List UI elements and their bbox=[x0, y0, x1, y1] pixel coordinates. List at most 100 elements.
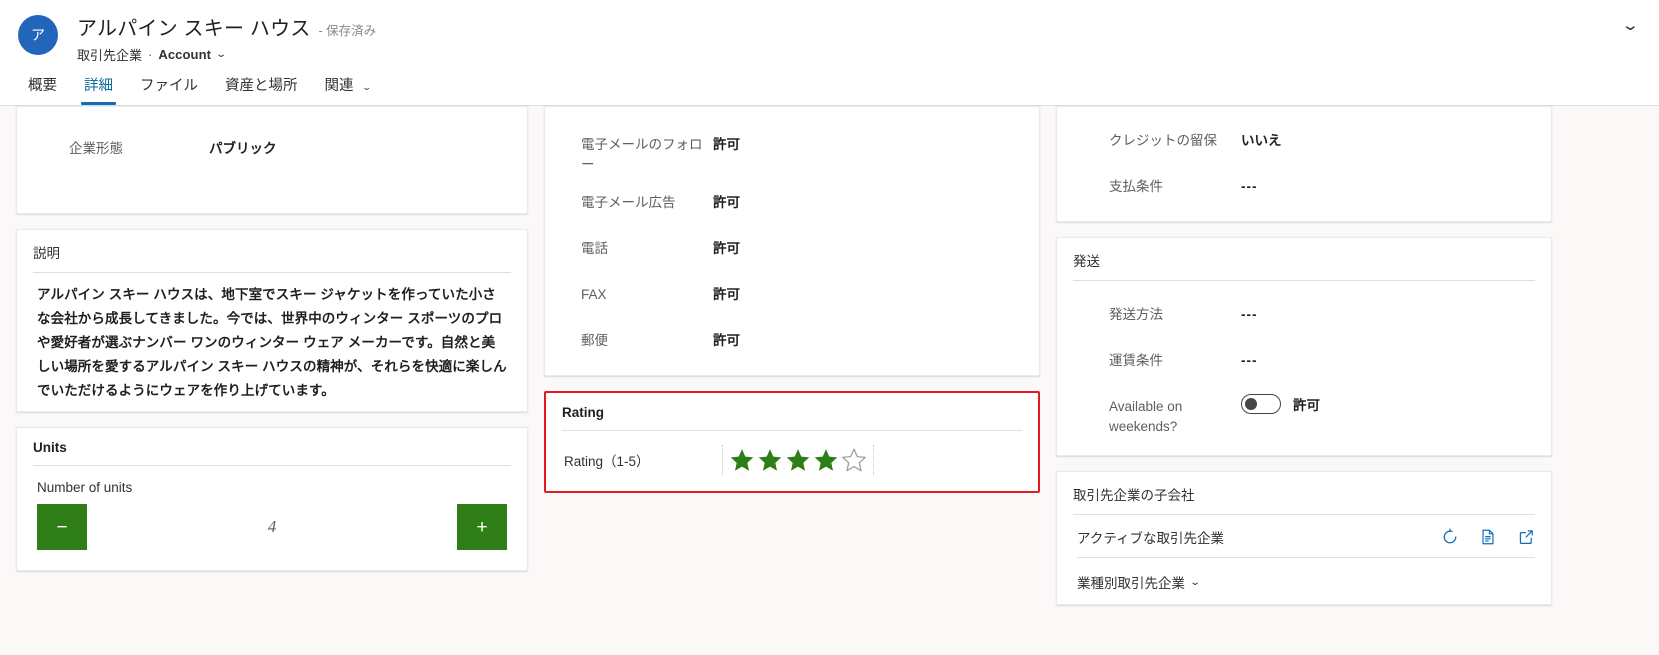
saved-status: - 保存済み bbox=[318, 24, 377, 38]
field-row-available-weekends: Available on weekends? 許可 bbox=[1073, 383, 1535, 441]
app-header: ア アルパイン スキー ハウス - 保存済み 取引先企業 · Account ⌄… bbox=[0, 0, 1659, 106]
field-row-payment-terms: 支払条件 --- bbox=[1073, 163, 1535, 209]
field-value[interactable]: パブリック bbox=[209, 130, 277, 159]
chevron-down-icon: ⌄ bbox=[1189, 576, 1201, 588]
breadcrumb-entity-type[interactable]: Account bbox=[158, 47, 211, 62]
tab-label: 詳細 bbox=[84, 78, 113, 94]
quantity-stepper: − 4 + bbox=[37, 504, 507, 551]
field-label: 運賃条件 bbox=[1109, 353, 1163, 368]
tabstrip: 概要 詳細 ファイル 資産と場所 関連 ⌄ bbox=[18, 67, 387, 105]
page-title: アルパイン スキー ハウス bbox=[77, 18, 311, 40]
general-card: 企業形態 パブリック bbox=[16, 106, 528, 214]
tab-label: 概要 bbox=[28, 78, 57, 94]
description-text[interactable]: アルパイン スキー ハウスは、地下室でスキー ジャケットを作っていた小さな会社か… bbox=[17, 273, 527, 411]
star-filled-icon[interactable] bbox=[813, 447, 839, 473]
star-empty-icon[interactable] bbox=[841, 447, 867, 473]
breadcrumb-entity-label: 取引先企業 bbox=[77, 48, 143, 63]
toggle-wrapper: 許可 bbox=[1241, 388, 1320, 414]
tab-label: 関連 bbox=[324, 78, 354, 94]
field-row-shipping-method: 発送方法 --- bbox=[1073, 291, 1535, 337]
units-card: Units Number of units − 4 + bbox=[16, 427, 528, 572]
shipping-card: 発送 発送方法 --- 運賃条件 --- Available on weeken… bbox=[1056, 237, 1552, 457]
subgrid-filter-label: 業種別取引先企業 bbox=[1077, 576, 1185, 592]
rating-stars[interactable] bbox=[722, 445, 874, 476]
tab-details[interactable]: 詳細 bbox=[74, 74, 123, 105]
report-icon[interactable] bbox=[1479, 528, 1497, 546]
subgrid-view-label[interactable]: アクティブな取引先企業 bbox=[1077, 527, 1224, 547]
field-label: Available on weekends? bbox=[1109, 399, 1183, 434]
field-label: 電子メール広告 bbox=[581, 195, 676, 211]
field-label: 支払条件 bbox=[1109, 179, 1163, 194]
field-value[interactable]: 許可 bbox=[713, 276, 740, 305]
subsidiaries-card: 取引先企業の子会社 アクティブな取引先企業 業種別取引先企業 ⌄ bbox=[1056, 471, 1552, 606]
description-card: 説明 アルパイン スキー ハウスは、地下室でスキー ジャケットを作っていた小さな… bbox=[16, 229, 528, 413]
field-row-company-form: 企業形態 パブリック bbox=[33, 125, 511, 171]
rating-label: Rating（1-5） bbox=[564, 454, 650, 470]
record-header-row: ア アルパイン スキー ハウス - 保存済み 取引先企業 · Account ⌄ bbox=[0, 0, 1659, 64]
breadcrumb-separator: · bbox=[148, 47, 153, 62]
card-title: 取引先企業の子会社 bbox=[1073, 488, 1195, 504]
field-value[interactable]: 許可 bbox=[713, 184, 740, 213]
right-column: クレジットの留保 いいえ 支払条件 --- 発送 発送方法 --- 運賃条件 -… bbox=[1056, 106, 1552, 620]
tab-label: ファイル bbox=[140, 78, 198, 94]
record-header-text: アルパイン スキー ハウス - 保存済み 取引先企業 · Account ⌄ bbox=[77, 12, 376, 64]
tab-assets-locations[interactable]: 資産と場所 bbox=[215, 74, 308, 105]
field-row-mail: 郵便 許可 bbox=[561, 317, 1023, 363]
card-title: 説明 bbox=[33, 246, 60, 261]
decrement-button[interactable]: − bbox=[37, 504, 87, 551]
field-label: 電子メールのフォロー bbox=[581, 137, 703, 172]
field-label: 発送方法 bbox=[1109, 307, 1163, 322]
chevron-down-icon: ⌄ bbox=[361, 82, 372, 92]
rating-field-row: Rating（1-5） bbox=[546, 431, 1038, 491]
field-row-email-follow: 電子メールのフォロー 許可 bbox=[561, 121, 1023, 179]
left-column: 企業形態 パブリック 説明 アルパイン スキー ハウスは、地下室でスキー ジャケ… bbox=[16, 106, 528, 586]
avatar: ア bbox=[18, 15, 58, 55]
toggle-state-label: 許可 bbox=[1293, 398, 1320, 413]
available-weekends-toggle[interactable] bbox=[1241, 394, 1281, 414]
refresh-icon[interactable] bbox=[1441, 528, 1459, 546]
field-label: FAX bbox=[581, 287, 607, 303]
field-row-phone: 電話 許可 bbox=[561, 225, 1023, 271]
collapse-chevron-icon[interactable]: ⌄ bbox=[1621, 16, 1640, 34]
breadcrumb: 取引先企業 · Account ⌄ bbox=[77, 45, 376, 64]
units-value: 4 bbox=[267, 517, 277, 537]
units-body: Number of units − 4 + bbox=[17, 466, 527, 570]
record-title-line: アルパイン スキー ハウス - 保存済み bbox=[77, 12, 376, 41]
tab-label: 資産と場所 bbox=[225, 78, 298, 94]
star-filled-icon[interactable] bbox=[757, 447, 783, 473]
field-row-email-bulk: 電子メール広告 許可 bbox=[561, 179, 1023, 225]
card-title: Units bbox=[33, 440, 67, 456]
middle-column: 電子メールのフォロー 許可 電子メール広告 許可 電話 許可 FAX 許可 郵便 bbox=[544, 106, 1040, 508]
field-value[interactable]: 許可 bbox=[713, 126, 740, 155]
form-board: 企業形態 パブリック 説明 アルパイン スキー ハウスは、地下室でスキー ジャケ… bbox=[0, 106, 1659, 655]
field-value[interactable]: --- bbox=[1241, 168, 1258, 197]
field-label: クレジットの留保 bbox=[1109, 133, 1217, 148]
field-label: 郵便 bbox=[581, 333, 608, 349]
rating-card: Rating Rating（1-5） bbox=[544, 391, 1040, 494]
increment-button[interactable]: + bbox=[457, 504, 507, 551]
star-filled-icon[interactable] bbox=[785, 447, 811, 473]
field-value[interactable]: --- bbox=[1241, 296, 1258, 325]
field-label: 企業形態 bbox=[69, 141, 123, 156]
card-title: Rating bbox=[562, 405, 604, 421]
field-row-fax: FAX 許可 bbox=[561, 271, 1023, 317]
field-value[interactable]: --- bbox=[1241, 342, 1258, 371]
field-row-credit-hold: クレジットの留保 いいえ bbox=[1073, 117, 1535, 163]
tab-related[interactable]: 関連 ⌄ bbox=[315, 74, 381, 105]
field-label: 電話 bbox=[581, 241, 608, 257]
subgrid-actions bbox=[1441, 528, 1535, 546]
field-value[interactable]: いいえ bbox=[1241, 122, 1282, 151]
field-value[interactable]: 許可 bbox=[713, 322, 740, 351]
popout-icon[interactable] bbox=[1517, 528, 1535, 546]
chevron-down-icon[interactable]: ⌄ bbox=[216, 49, 227, 60]
tab-files[interactable]: ファイル bbox=[130, 74, 208, 105]
subgrid-filter-selector[interactable]: 業種別取引先企業 ⌄ bbox=[1057, 558, 1551, 604]
tab-overview[interactable]: 概要 bbox=[18, 74, 67, 105]
subgrid-header: アクティブな取引先企業 bbox=[1057, 515, 1551, 557]
contact-preferences-card: 電子メールのフォロー 許可 電子メール広告 許可 電話 許可 FAX 許可 郵便 bbox=[544, 106, 1040, 377]
credit-card: クレジットの留保 いいえ 支払条件 --- bbox=[1056, 106, 1552, 222]
field-value[interactable]: 許可 bbox=[713, 230, 740, 259]
star-filled-icon[interactable] bbox=[729, 447, 755, 473]
field-row-freight-terms: 運賃条件 --- bbox=[1073, 337, 1535, 383]
number-of-units-label: Number of units bbox=[37, 480, 133, 496]
